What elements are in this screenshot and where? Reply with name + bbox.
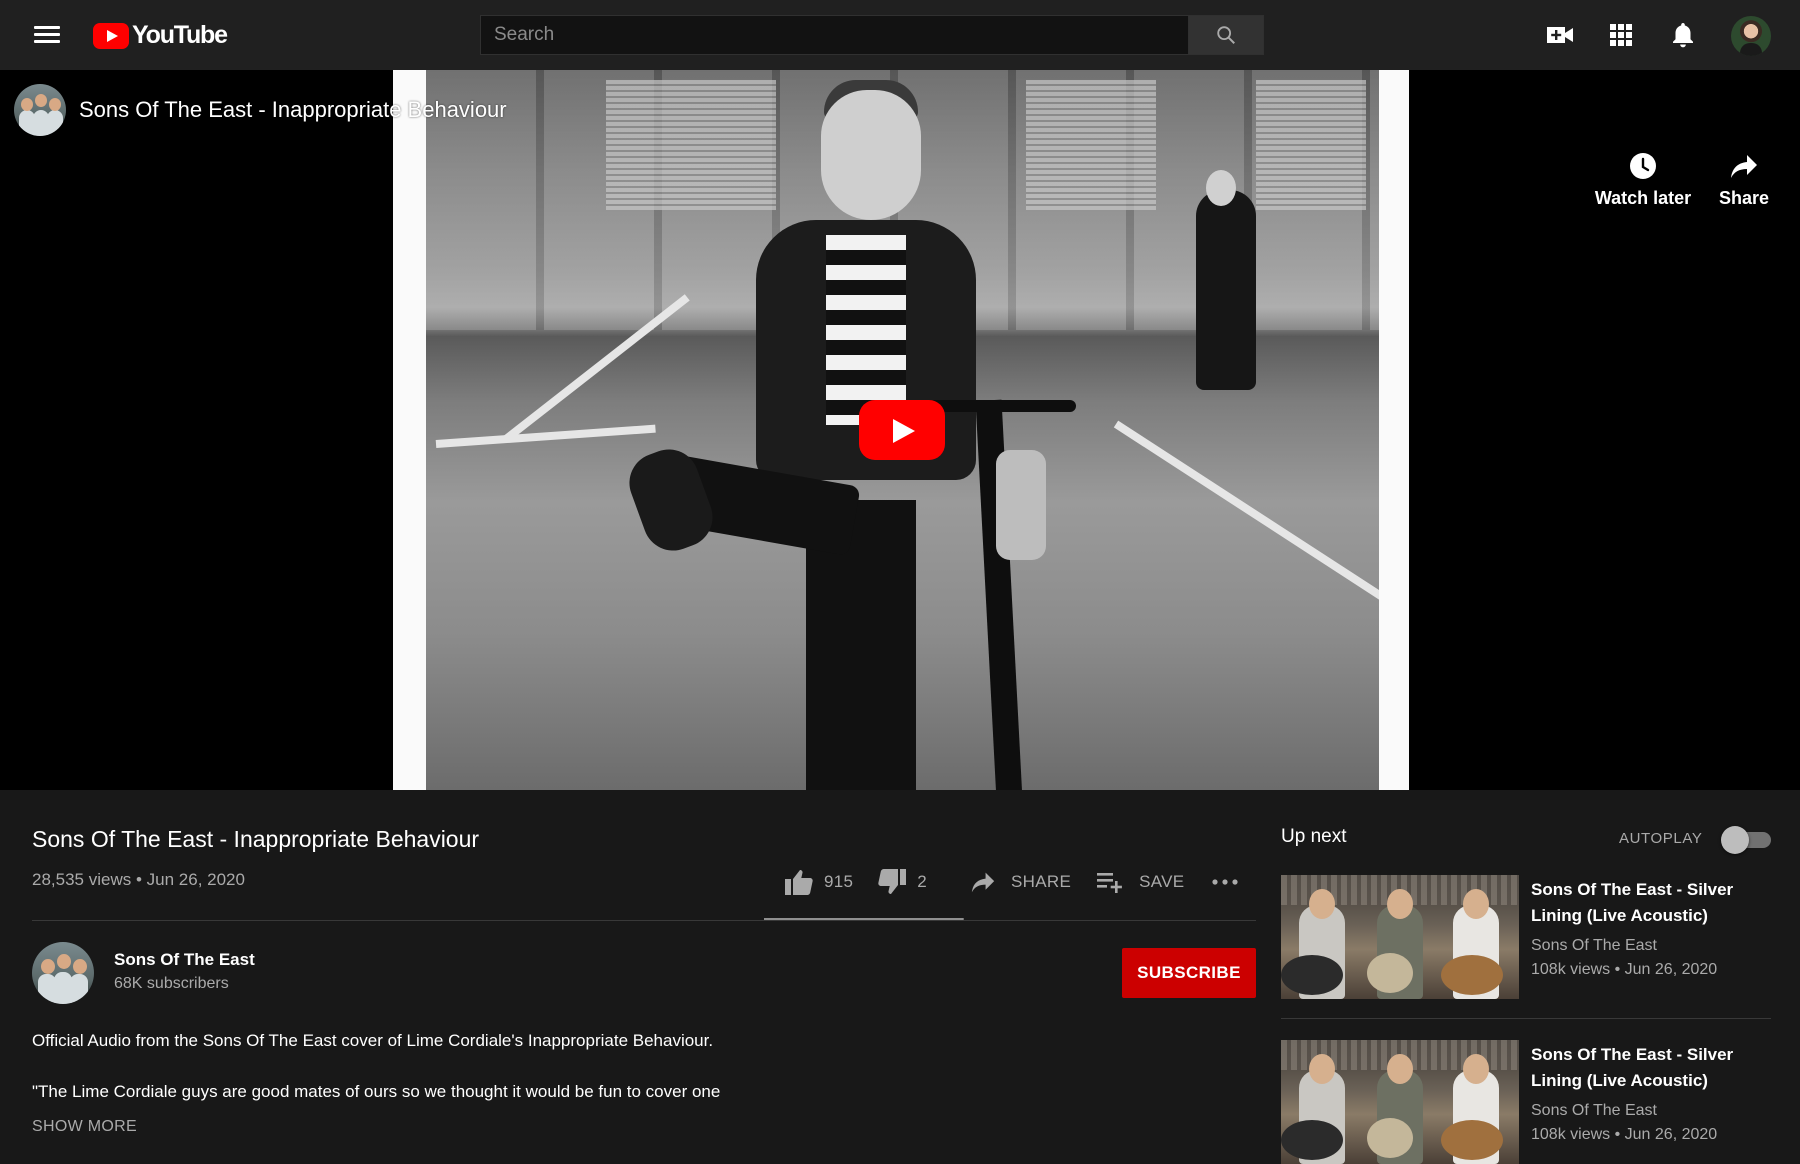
toggle-knob xyxy=(1721,826,1749,854)
recommended-channel: Sons Of The East xyxy=(1531,937,1657,954)
video-meta: 28,535 views • Jun 26, 2020 xyxy=(32,870,245,890)
video-actions: 915 2 SHARE SAVE xyxy=(784,864,1239,900)
divider xyxy=(32,920,1256,921)
owner-name[interactable]: Sons Of The East xyxy=(114,950,255,970)
subscriber-count: 68K subscribers xyxy=(114,975,229,992)
share-overlay-label: Share xyxy=(1718,188,1770,208)
recommended-date: Jun 26, 2020 xyxy=(1624,961,1718,978)
search-button[interactable] xyxy=(1188,15,1264,55)
share-button[interactable]: SHARE xyxy=(969,870,1071,894)
save-label: SAVE xyxy=(1139,872,1185,891)
menu-icon[interactable] xyxy=(30,22,64,48)
recommended-views: 108k views xyxy=(1531,1126,1611,1143)
autoplay-label: AUTOPLAY xyxy=(1619,830,1703,847)
search-input[interactable] xyxy=(480,15,1188,55)
share-overlay-button[interactable]: Share xyxy=(1694,152,1794,209)
video-title: Sons Of The East - Inappropriate Behavio… xyxy=(32,826,480,852)
more-actions-button[interactable] xyxy=(1212,878,1239,886)
meta-separator: • xyxy=(1614,1126,1625,1143)
recommended-views: 108k views xyxy=(1531,961,1611,978)
recommended-title[interactable]: Sons Of The East - Silver Lining (Live A… xyxy=(1531,1042,1771,1094)
recommended-title[interactable]: Sons Of The East - Silver Lining (Live A… xyxy=(1531,877,1771,929)
like-count: 915 xyxy=(824,872,854,891)
show-more-button[interactable]: SHOW MORE xyxy=(32,1118,137,1136)
owner-avatar[interactable] xyxy=(32,942,94,1004)
recommended-date: Jun 26, 2020 xyxy=(1624,1126,1718,1143)
subscribe-button[interactable]: SUBSCRIBE xyxy=(1122,948,1256,998)
recommended-meta: 108k views • Jun 26, 2020 xyxy=(1531,961,1717,979)
dislike-count: 2 xyxy=(917,872,928,891)
like-button[interactable]: 915 xyxy=(784,868,853,896)
share-icon xyxy=(971,872,995,893)
meta-separator: • xyxy=(135,870,147,889)
top-bar: YouTube xyxy=(0,0,1800,70)
divider xyxy=(1281,1018,1771,1019)
youtube-play-logo-icon xyxy=(93,22,129,49)
share-arrow-icon xyxy=(1731,155,1757,178)
logo-text: YouTube xyxy=(132,21,228,49)
youtube-logo[interactable]: YouTube xyxy=(93,21,228,50)
channel-avatar[interactable] xyxy=(14,84,66,136)
clock-icon xyxy=(1630,153,1656,179)
recommended-thumbnail[interactable] xyxy=(1281,1040,1519,1164)
thumbs-up-icon xyxy=(785,870,813,895)
account-avatar[interactable] xyxy=(1731,16,1771,56)
search-icon xyxy=(1217,26,1235,44)
player-title-row: Sons Of The East - Inappropriate Behavio… xyxy=(14,84,507,136)
video-player[interactable]: Sons Of The East - Inappropriate Behavio… xyxy=(0,70,1800,790)
up-next-heading: Up next xyxy=(1281,826,1347,847)
recommended-thumbnail[interactable] xyxy=(1281,875,1519,999)
recommended-channel: Sons Of The East xyxy=(1531,1102,1657,1119)
recommended-video[interactable]: Sons Of The East - Silver Lining (Live A… xyxy=(1281,875,1771,999)
apps-grid-icon[interactable] xyxy=(1603,17,1639,53)
player-video-title[interactable]: Sons Of The East - Inappropriate Behavio… xyxy=(79,97,507,123)
recommended-video[interactable]: Sons Of The East - Silver Lining (Live A… xyxy=(1281,1040,1771,1164)
share-label: SHARE xyxy=(1011,872,1072,891)
view-count: 28,535 views xyxy=(32,870,132,889)
search-bar xyxy=(480,15,1264,55)
description-line: "The Lime Cordiale guys are good mates o… xyxy=(32,1082,721,1101)
thumbs-down-icon xyxy=(878,869,907,894)
notifications-bell-icon[interactable] xyxy=(1665,17,1701,53)
watch-later-button[interactable]: Watch later xyxy=(1593,152,1693,209)
recommended-meta: 108k views • Jun 26, 2020 xyxy=(1531,1126,1717,1144)
create-video-icon[interactable] xyxy=(1542,17,1578,53)
more-horizontal-icon xyxy=(1212,879,1239,885)
play-button[interactable] xyxy=(859,400,945,460)
playlist-add-icon xyxy=(1097,873,1123,893)
save-button[interactable]: SAVE xyxy=(1097,871,1184,893)
meta-separator: • xyxy=(1614,961,1625,978)
description-line: Official Audio from the Sons Of The East… xyxy=(32,1031,714,1050)
watch-later-label: Watch later xyxy=(1594,188,1692,208)
autoplay-toggle[interactable] xyxy=(1721,826,1773,854)
upload-date: Jun 26, 2020 xyxy=(146,870,245,889)
dislike-button[interactable]: 2 xyxy=(877,868,927,896)
